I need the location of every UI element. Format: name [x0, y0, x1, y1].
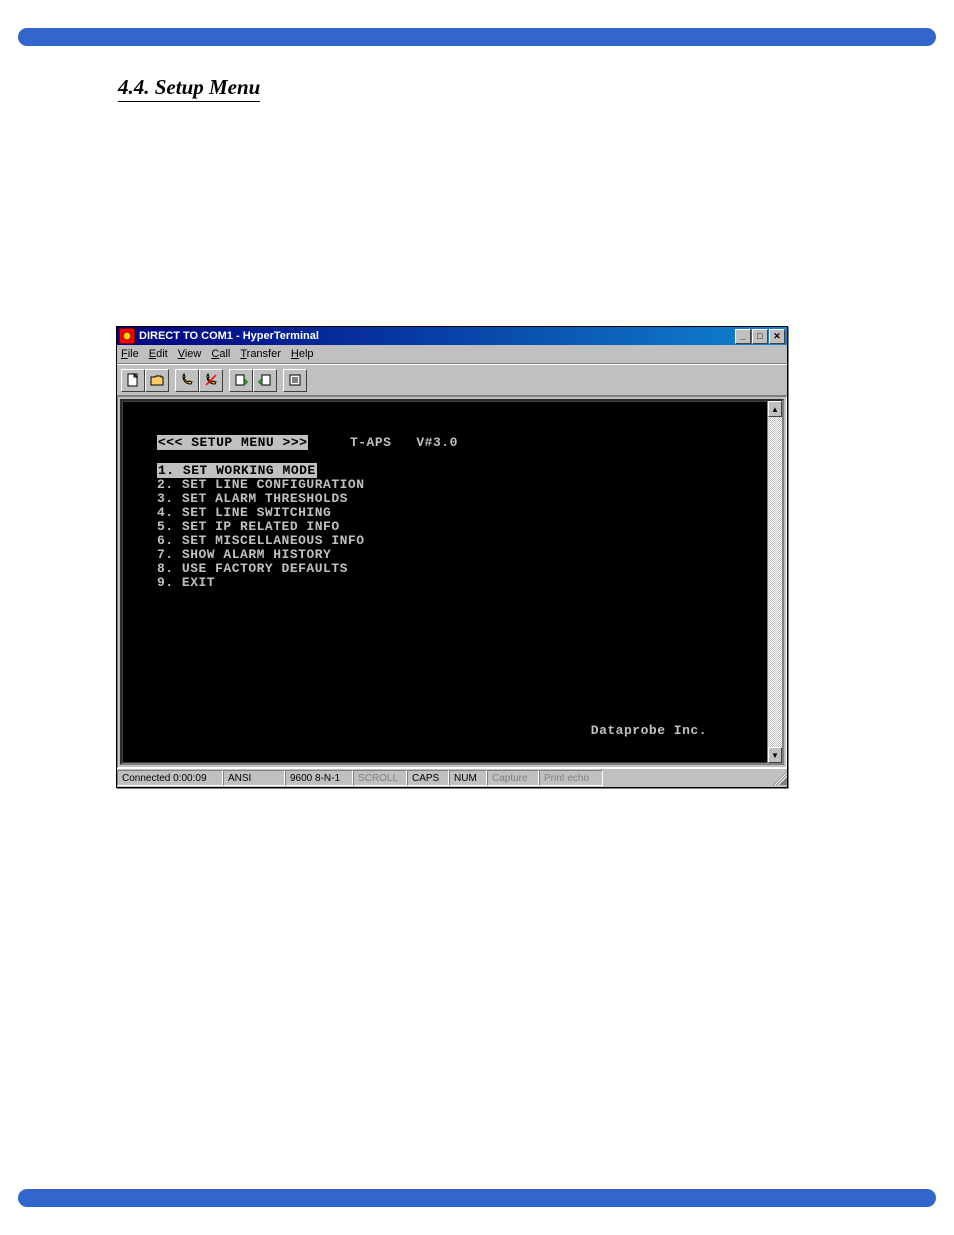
- properties-icon[interactable]: [283, 369, 307, 392]
- menu-view[interactable]: View: [178, 348, 202, 360]
- status-line-settings: 9600 8-N-1: [285, 770, 353, 786]
- menu-transfer[interactable]: Transfer: [240, 348, 281, 360]
- terminal-area[interactable]: <<< SETUP MENU >>> T-APS V#3.0 1. SET WO…: [120, 399, 784, 765]
- send-icon[interactable]: [229, 369, 253, 392]
- menu-item[interactable]: 7. SHOW ALARM HISTORY: [157, 547, 331, 562]
- status-connected: Connected 0:00:09: [117, 770, 223, 786]
- menu-help[interactable]: Help: [291, 348, 314, 360]
- phone-disconnect-icon[interactable]: [199, 369, 223, 392]
- status-bar: Connected 0:00:09 ANSI 9600 8-N-1 SCROLL…: [117, 768, 787, 787]
- menu-item[interactable]: 2. SET LINE CONFIGURATION: [157, 477, 365, 492]
- menu-call[interactable]: Call: [211, 348, 230, 360]
- status-capture: Capture: [487, 770, 539, 786]
- scroll-up-button[interactable]: ▲: [768, 401, 782, 417]
- close-button[interactable]: ✕: [769, 329, 785, 344]
- vertical-scrollbar[interactable]: ▲ ▼: [767, 401, 782, 763]
- window-controls: _ □ ✕: [735, 329, 785, 344]
- status-scroll: SCROLL: [353, 770, 407, 786]
- menubar: File Edit View Call Transfer Help: [117, 345, 787, 364]
- toolbar: [117, 364, 787, 396]
- menu-edit[interactable]: Edit: [149, 348, 168, 360]
- menu-item[interactable]: 6. SET MISCELLANEOUS INFO: [157, 533, 365, 548]
- menu-item[interactable]: 9. EXIT: [157, 575, 215, 590]
- terminal-screen[interactable]: <<< SETUP MENU >>> T-APS V#3.0 1. SET WO…: [122, 401, 768, 763]
- receive-icon[interactable]: [253, 369, 277, 392]
- menu-item[interactable]: 8. USE FACTORY DEFAULTS: [157, 561, 348, 576]
- status-num: NUM: [449, 770, 487, 786]
- status-emulation: ANSI: [223, 770, 285, 786]
- window-title-text: DIRECT TO COM1 - HyperTerminal: [139, 330, 735, 342]
- menu-file[interactable]: File: [121, 348, 139, 360]
- scroll-down-button[interactable]: ▼: [768, 747, 782, 763]
- menu-item[interactable]: 3. SET ALARM THRESHOLDS: [157, 491, 348, 506]
- menu-item-selected[interactable]: 1. SET WORKING MODE: [157, 463, 317, 478]
- maximize-button[interactable]: □: [752, 329, 768, 344]
- status-caps: CAPS: [407, 770, 449, 786]
- window-titlebar[interactable]: DIRECT TO COM1 - HyperTerminal _ □ ✕: [117, 327, 787, 345]
- bottom-banner-bar: [18, 1189, 936, 1207]
- phone-connect-icon[interactable]: [175, 369, 199, 392]
- section-heading: 4.4. Setup Menu: [118, 75, 260, 100]
- menu-item[interactable]: 5. SET IP RELATED INFO: [157, 519, 340, 534]
- status-printecho: Print echo: [539, 770, 603, 786]
- top-banner-bar: [18, 28, 936, 46]
- setup-menu-header: <<< SETUP MENU >>>: [157, 435, 308, 450]
- section-title-text: 4.4. Setup Menu: [118, 75, 260, 102]
- minimize-button[interactable]: _: [735, 329, 751, 344]
- terminal-header-right: T-APS V#3.0: [350, 435, 458, 450]
- new-doc-icon[interactable]: [121, 369, 145, 392]
- hyperterminal-window: DIRECT TO COM1 - HyperTerminal _ □ ✕ Fil…: [116, 326, 788, 788]
- menu-item[interactable]: 4. SET LINE SWITCHING: [157, 505, 331, 520]
- terminal-footer-text: Dataprobe Inc.: [591, 724, 707, 738]
- open-icon[interactable]: [145, 369, 169, 392]
- scroll-track[interactable]: [768, 417, 782, 747]
- window-resize-grip[interactable]: [773, 771, 787, 785]
- app-icon: [119, 328, 135, 344]
